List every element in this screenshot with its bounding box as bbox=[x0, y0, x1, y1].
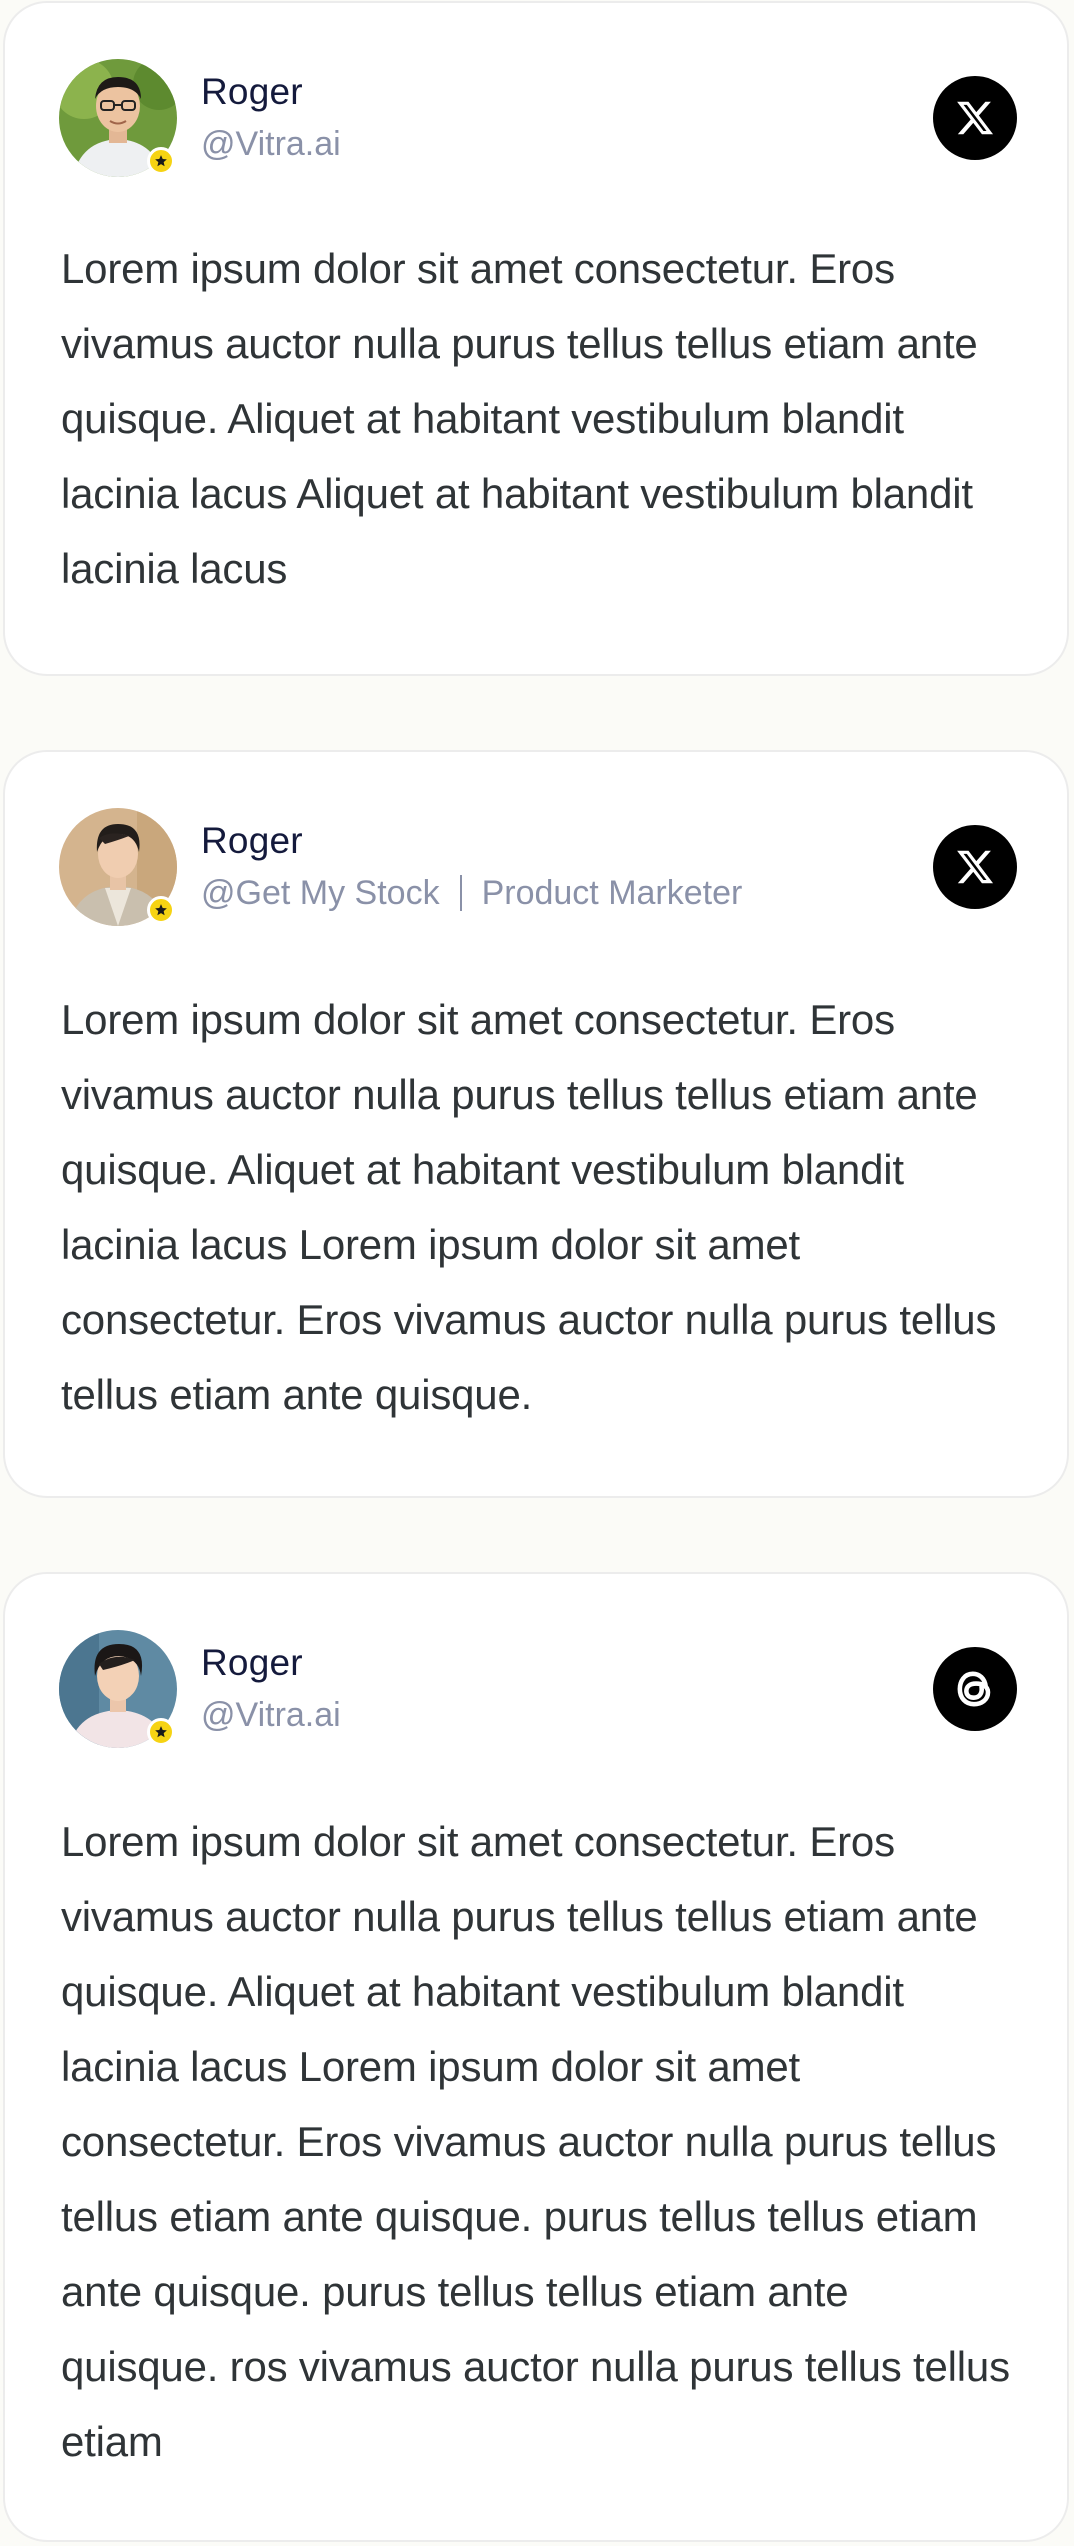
author-name: Roger bbox=[201, 820, 303, 861]
avatar bbox=[59, 1630, 177, 1748]
x-logo-icon[interactable] bbox=[933, 76, 1017, 160]
avatar bbox=[59, 59, 177, 177]
author-meta: @Get My Stock Product Marketer bbox=[201, 870, 933, 916]
meta-divider bbox=[459, 875, 462, 911]
author-handle: @Vitra.ai bbox=[201, 125, 341, 163]
verified-badge-icon bbox=[147, 896, 175, 924]
testimonial-card: Roger @Vitra.ai Lorem ipsum dolor sit am… bbox=[3, 1572, 1069, 2542]
author-name: Roger bbox=[201, 1642, 303, 1683]
author-identity: Roger @Vitra.ai bbox=[201, 69, 933, 167]
author-name: Roger bbox=[201, 71, 303, 112]
x-logo-icon[interactable] bbox=[933, 825, 1017, 909]
testimonial-card: Roger @Vitra.ai Lorem ipsum dolor sit am… bbox=[3, 1, 1069, 676]
threads-logo-icon[interactable] bbox=[933, 1647, 1017, 1731]
verified-badge-icon bbox=[147, 147, 175, 175]
author-meta: @Vitra.ai bbox=[201, 121, 933, 167]
author-meta: @Vitra.ai bbox=[201, 1692, 933, 1738]
author-identity: Roger @Get My Stock Product Marketer bbox=[201, 818, 933, 916]
testimonial-card: Roger @Get My Stock Product Marketer Lor… bbox=[3, 750, 1069, 1498]
testimonial-text: Lorem ipsum dolor sit amet consectetur. … bbox=[61, 996, 997, 1418]
author-handle: @Vitra.ai bbox=[201, 1696, 341, 1734]
author-handle: @Get My Stock bbox=[201, 874, 440, 912]
card-header: Roger @Get My Stock Product Marketer bbox=[59, 807, 1017, 927]
card-header: Roger @Vitra.ai bbox=[59, 58, 1017, 178]
testimonial-text: Lorem ipsum dolor sit amet consectetur. … bbox=[61, 245, 978, 592]
author-identity: Roger @Vitra.ai bbox=[201, 1640, 933, 1738]
card-header: Roger @Vitra.ai bbox=[59, 1629, 1017, 1749]
author-role: Product Marketer bbox=[481, 874, 743, 912]
testimonial-text: Lorem ipsum dolor sit amet consectetur. … bbox=[61, 1818, 1010, 2465]
avatar bbox=[59, 808, 177, 926]
verified-badge-icon bbox=[147, 1718, 175, 1746]
